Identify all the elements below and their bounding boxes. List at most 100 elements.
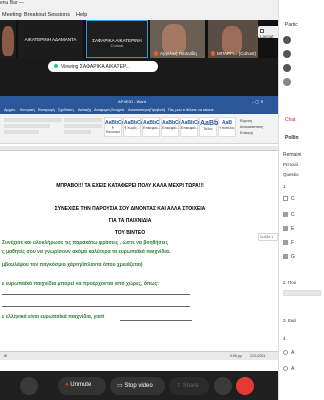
- style-label: ¶ Χωρίς...: [124, 126, 140, 130]
- style-label: Υπότιτλος: [219, 126, 235, 130]
- taskbar-date: 21/1/2021: [250, 354, 266, 358]
- viewing-text: Viewing ΣΑΦΑΡΙΚΑ ΑΙΚΑΤΕΡ...: [61, 64, 130, 70]
- mic-muted-icon: ●: [65, 382, 69, 388]
- word-document[interactable]: ΜΠΡΑΒΟ!!! ΤΑ ΕΧΕΙΣ ΚΑΤΑΦΕΡΕΙ ΠΟΛΥ ΚΑΛΑ Μ…: [0, 151, 278, 351]
- style-no-spacing[interactable]: AaBbCcI ¶ Χωρίς...: [123, 117, 145, 137]
- grid-icon: [260, 29, 264, 33]
- style-normal[interactable]: AaBbCcI ¶ Κανονικό: [104, 117, 126, 137]
- word-menu-item[interactable]: Αρχείο: [4, 108, 15, 112]
- participant-tile-safarika[interactable]: ΣΑΦΑΡΙΚΑ ΑΙΚΑΤΕΡΙΝΗ Cohost: [86, 20, 148, 58]
- layout-button[interactable]: Layout: [258, 26, 280, 39]
- participant-name: ΜΠΑΡΓΙ... (Cohost): [217, 51, 256, 56]
- participant-tile-bargi[interactable]: ΜΠΑΡΓΙ... (Cohost): [208, 20, 258, 58]
- word-menu-item[interactable]: Διάταξη: [78, 108, 91, 112]
- more-options-icon[interactable]: [20, 377, 38, 395]
- leave-icon[interactable]: [236, 377, 254, 395]
- unmute-button[interactable]: ● Unmute: [58, 377, 106, 395]
- participant-tile-self[interactable]: [0, 20, 16, 58]
- doc-instruction: Συνέχισε και ολοκλήρωσε τις παρακάτω φρά…: [2, 240, 169, 246]
- word-menu-item[interactable]: Εισαγωγή: [38, 108, 55, 112]
- avatar: [283, 36, 291, 44]
- muted-mic-icon: [154, 51, 158, 56]
- avatar: [283, 78, 291, 86]
- layout-label: Layout: [260, 34, 274, 39]
- share-button[interactable]: ⇧ Share: [169, 377, 209, 395]
- unmute-label: Unmute: [70, 382, 92, 388]
- participants-header[interactable]: Partic: [285, 22, 298, 28]
- page-indicator: Σελίδα 1: [258, 233, 278, 241]
- style-sample: AaBbC: [200, 120, 224, 127]
- doc-line: ΣΥΝΕΧΙΣΕ ΤΗΝ ΠΑΡΟΥΣΙΑ ΣΟΥ ΔΙΝΟΝΤΑΣ ΚΑΙ Α…: [54, 206, 206, 212]
- poll-option: F: [291, 240, 295, 246]
- answer-line[interactable]: [2, 306, 190, 307]
- word-tell-me[interactable]: Πες μου τι θέλετε να κάνετε: [168, 108, 214, 112]
- poll-option: G: [291, 254, 295, 260]
- participant-name: ΑΙΚΑΤΕΡΙΝΗ ΑΔΑΜΑΝΤΑ: [24, 37, 77, 42]
- doc-instruction: ε ελληνικά είναι ευρωπαϊκά παιχνίδια, γι…: [2, 314, 105, 320]
- viewing-banner[interactable]: Viewing ΣΑΦΑΡΙΚΑ ΑΙΚΑΤΕΡ...: [48, 61, 158, 72]
- paragraph-controls[interactable]: [64, 118, 102, 138]
- start-icon[interactable]: ⊞: [4, 354, 7, 358]
- window-controls-icon[interactable]: – ▢ ✕: [252, 99, 264, 104]
- answer-line[interactable]: [120, 320, 192, 321]
- doc-heading: ΜΠΡΑΒΟ!!! ΤΑ ΕΧΕΙΣ ΚΑΤΑΦΕΡΕΙ ΠΟΛΥ ΚΑΛΑ Μ…: [56, 183, 204, 189]
- share-status-icon: [54, 64, 58, 68]
- share-label: Share: [182, 383, 199, 389]
- answer-field[interactable]: [283, 290, 321, 296]
- polling-tab[interactable]: Pollin: [285, 135, 299, 141]
- menu-help[interactable]: Help: [76, 12, 87, 18]
- participant-tile-adamanta[interactable]: ΑΙΚΑΤΕΡΙΝΗ ΑΔΑΜΑΝΤΑ: [18, 20, 83, 58]
- poll-radio[interactable]: [283, 350, 288, 355]
- style-label: Επικεφαλ...: [162, 126, 180, 130]
- poll-checkbox[interactable]: [283, 254, 288, 259]
- participant-tile-angeliki[interactable]: Αγγελική Πιτσινίδη: [150, 20, 205, 58]
- poll-radio[interactable]: [283, 366, 288, 371]
- poll-checkbox[interactable]: [283, 226, 288, 231]
- style-heading1[interactable]: AaBbC Επικεφαλ...: [142, 117, 161, 137]
- question-label: 2. Πού: [283, 280, 297, 285]
- questions-label: Questio: [283, 172, 299, 177]
- answer-line[interactable]: [2, 294, 190, 295]
- word-menu-item[interactable]: Σχεδίαση: [58, 108, 74, 112]
- windows-taskbar: ⊞ 9:06 μμ 21/1/2021: [0, 351, 278, 360]
- poll-checkbox[interactable]: [283, 196, 288, 201]
- menu-breakout[interactable]: Breakout Sessions: [24, 12, 70, 18]
- reactions-icon[interactable]: [214, 377, 232, 395]
- participant-role: Cohost: [110, 43, 124, 48]
- editing-group: Εύρεση Αντικατάσταση Επιλογή: [240, 118, 263, 136]
- question-number: 1.: [283, 184, 287, 189]
- word-title-bar: ΑΡΧΕΙΟ - Word – ▢ ✕: [0, 96, 278, 106]
- camera-icon: ▭: [117, 383, 123, 389]
- style-title[interactable]: AaBbC Τίτλος: [199, 117, 224, 137]
- window-title: enu Bar —: [0, 0, 24, 6]
- chat-tab[interactable]: Chat: [285, 117, 296, 123]
- question-number: 4.: [283, 336, 287, 341]
- select-button[interactable]: Επιλογή: [240, 130, 263, 136]
- poll-checkbox[interactable]: [283, 240, 288, 245]
- poll-option: A: [291, 366, 295, 372]
- poll-option: E: [291, 226, 295, 232]
- style-heading2[interactable]: AaBbCc Επικεφαλ...: [161, 117, 181, 137]
- word-menu-item[interactable]: Στοιχεία: [111, 108, 124, 112]
- stop-video-button[interactable]: ▭ Stop video: [110, 377, 165, 395]
- share-icon: ⇧: [176, 383, 182, 389]
- style-subtitle[interactable]: AaB Υπότιτλος: [218, 117, 236, 137]
- muted-mic-icon: [211, 51, 215, 56]
- stop-video-label: Stop video: [124, 383, 153, 389]
- app-menubar: enu Bar — Meeting Breakout Sessions Help: [0, 0, 278, 20]
- word-menu-item[interactable]: Κεντρική: [20, 108, 35, 112]
- word-menu-item[interactable]: Αναφορές: [94, 108, 111, 112]
- style-label: Επικεφαλ...: [143, 126, 161, 130]
- style-label: Επικεφαλ...: [181, 126, 199, 130]
- poll-checkbox[interactable]: [283, 212, 288, 217]
- font-controls[interactable]: [4, 118, 62, 138]
- style-label: ¶ Κανονικό: [105, 126, 121, 134]
- style-label: Τίτλος: [203, 127, 213, 131]
- doc-line: ΓΙΑ ΤΑ ΠΑΙΧΝΙΔΙΑ: [108, 218, 152, 224]
- poll-option: A: [291, 350, 295, 356]
- poll-option: C: [291, 196, 295, 202]
- word-menu-item[interactable]: Προβολή: [150, 108, 165, 112]
- menu-meeting[interactable]: Meeting: [2, 12, 22, 18]
- style-heading3[interactable]: AaBbCcI Επικεφαλ...: [180, 117, 202, 137]
- word-menu-item[interactable]: Ανασκόπηση: [128, 108, 150, 112]
